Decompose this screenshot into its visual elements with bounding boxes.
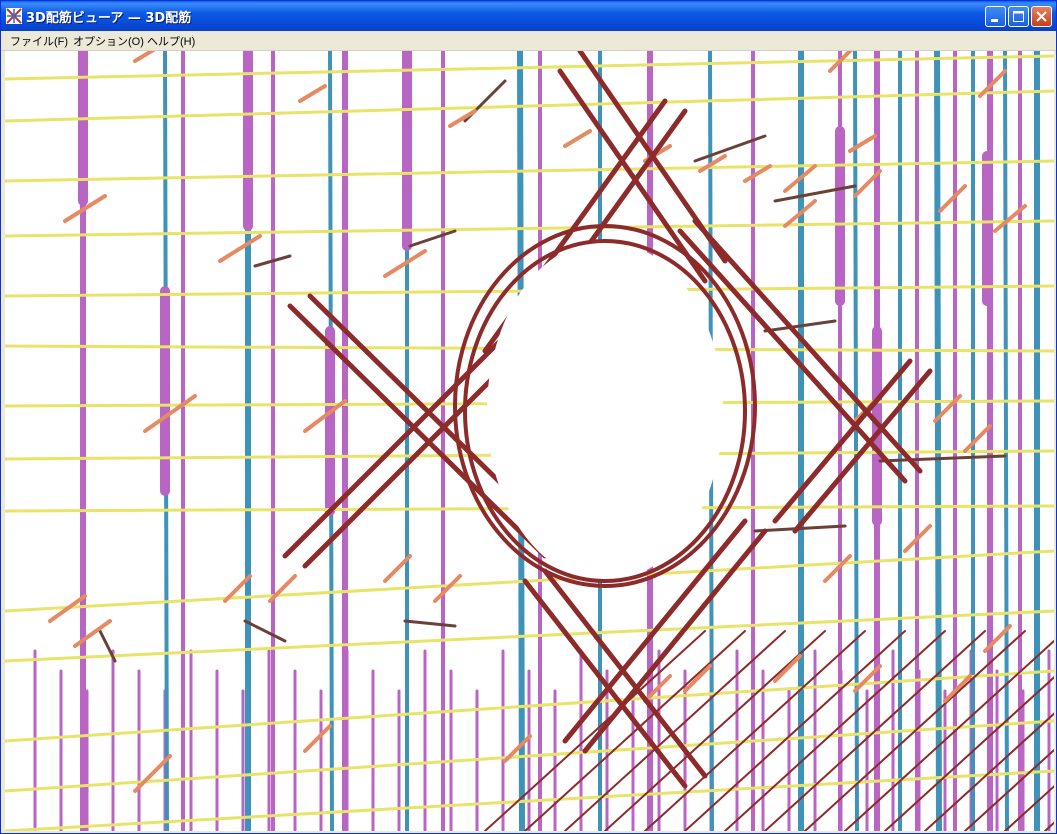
app-window: 3D配筋ビューア — 3D配筋 ファイル(F) オプション(O) ヘルプ(H)	[0, 0, 1057, 834]
rebar-tie	[448, 109, 477, 128]
rebar-tie	[433, 574, 462, 603]
rebar-diagonal-mesh	[604, 630, 826, 831]
window-title: 3D配筋ビューア — 3D配筋	[26, 11, 192, 26]
rebar-vertical	[934, 51, 942, 831]
rebar-tie	[773, 654, 802, 683]
close-button[interactable]	[1031, 6, 1052, 27]
rebar-tie	[963, 424, 992, 453]
rebar-link	[403, 619, 457, 628]
rebar-tie	[298, 84, 327, 103]
maximize-icon	[1013, 11, 1024, 22]
maximize-button[interactable]	[1008, 6, 1029, 27]
rebar-horizontal	[5, 609, 1054, 663]
rebar-horizontal	[5, 159, 1054, 183]
rebar-horizontal	[5, 54, 1054, 81]
rebar-vertical	[1003, 51, 1009, 831]
minimize-icon	[991, 19, 998, 22]
rebar-tie	[938, 184, 967, 213]
3d-viewport[interactable]	[5, 51, 1054, 831]
rebar-tie	[563, 129, 592, 148]
rebar-tie	[823, 554, 852, 583]
rebar-horizontal	[5, 219, 1054, 238]
menu-file[interactable]: ファイル(F)	[10, 33, 68, 49]
rebar-diagonal-mesh	[964, 748, 1054, 831]
circular-opening	[487, 241, 723, 581]
rebar-tie	[943, 674, 972, 703]
app-icon	[6, 8, 22, 24]
rebar-tie	[303, 724, 332, 753]
rebar-diagonal	[692, 218, 923, 474]
rebar-tie	[683, 664, 712, 693]
menu-bar: ファイル(F) オプション(O) ヘルプ(H)	[1, 31, 1056, 51]
close-icon	[1036, 11, 1047, 22]
rebar-diagonal-mesh	[1004, 785, 1054, 831]
rebar-link	[408, 229, 457, 248]
title-bar[interactable]: 3D配筋ビューア — 3D配筋	[1, 1, 1056, 31]
rebar-vertical	[853, 51, 859, 831]
menu-help[interactable]: ヘルプ(H)	[147, 33, 195, 49]
rebar-3d-scene	[5, 51, 1054, 831]
rebar-tie	[133, 51, 156, 63]
menu-options[interactable]: オプション(O)	[73, 33, 144, 49]
rebar-horizontal	[5, 89, 1054, 123]
rebar-tie	[218, 234, 262, 263]
minimize-button[interactable]	[985, 6, 1006, 27]
